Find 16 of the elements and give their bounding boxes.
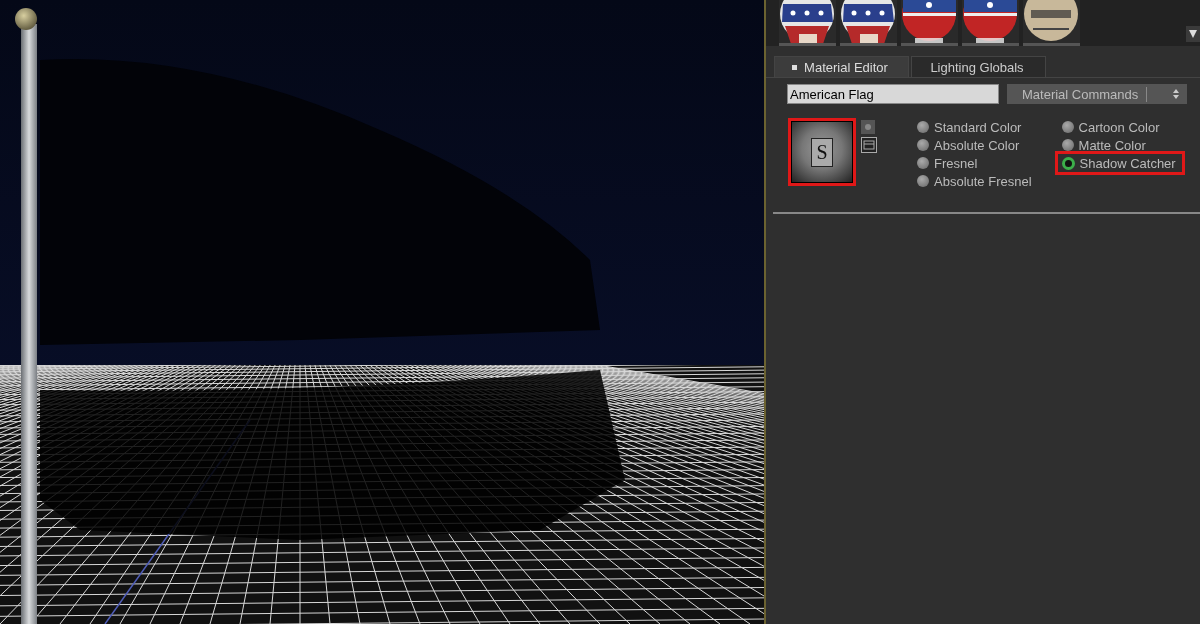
material-thumbnail[interactable] (1023, 0, 1080, 46)
material-name-field[interactable]: American Flag (787, 84, 999, 104)
material-thumbnail[interactable] (779, 0, 836, 46)
material-thumbnail[interactable] (962, 0, 1019, 46)
material-thumbnail[interactable] (840, 0, 897, 46)
preview-letter: S (811, 137, 833, 167)
material-commands-dropdown[interactable]: Material Commands (1007, 84, 1187, 104)
material-thumbnail[interactable] (901, 0, 958, 46)
scroll-down-icon[interactable] (1186, 26, 1200, 42)
up-down-arrows-icon (1172, 88, 1180, 100)
tab[interactable]: Lighting Globals (911, 56, 1046, 77)
shader-type-radio[interactable]: Shadow Catcher (1054, 151, 1185, 175)
square-icon (792, 64, 798, 70)
tab[interactable]: Material Editor (774, 56, 909, 77)
panel-icon[interactable] (861, 137, 877, 153)
material-preview[interactable]: S (788, 118, 856, 186)
